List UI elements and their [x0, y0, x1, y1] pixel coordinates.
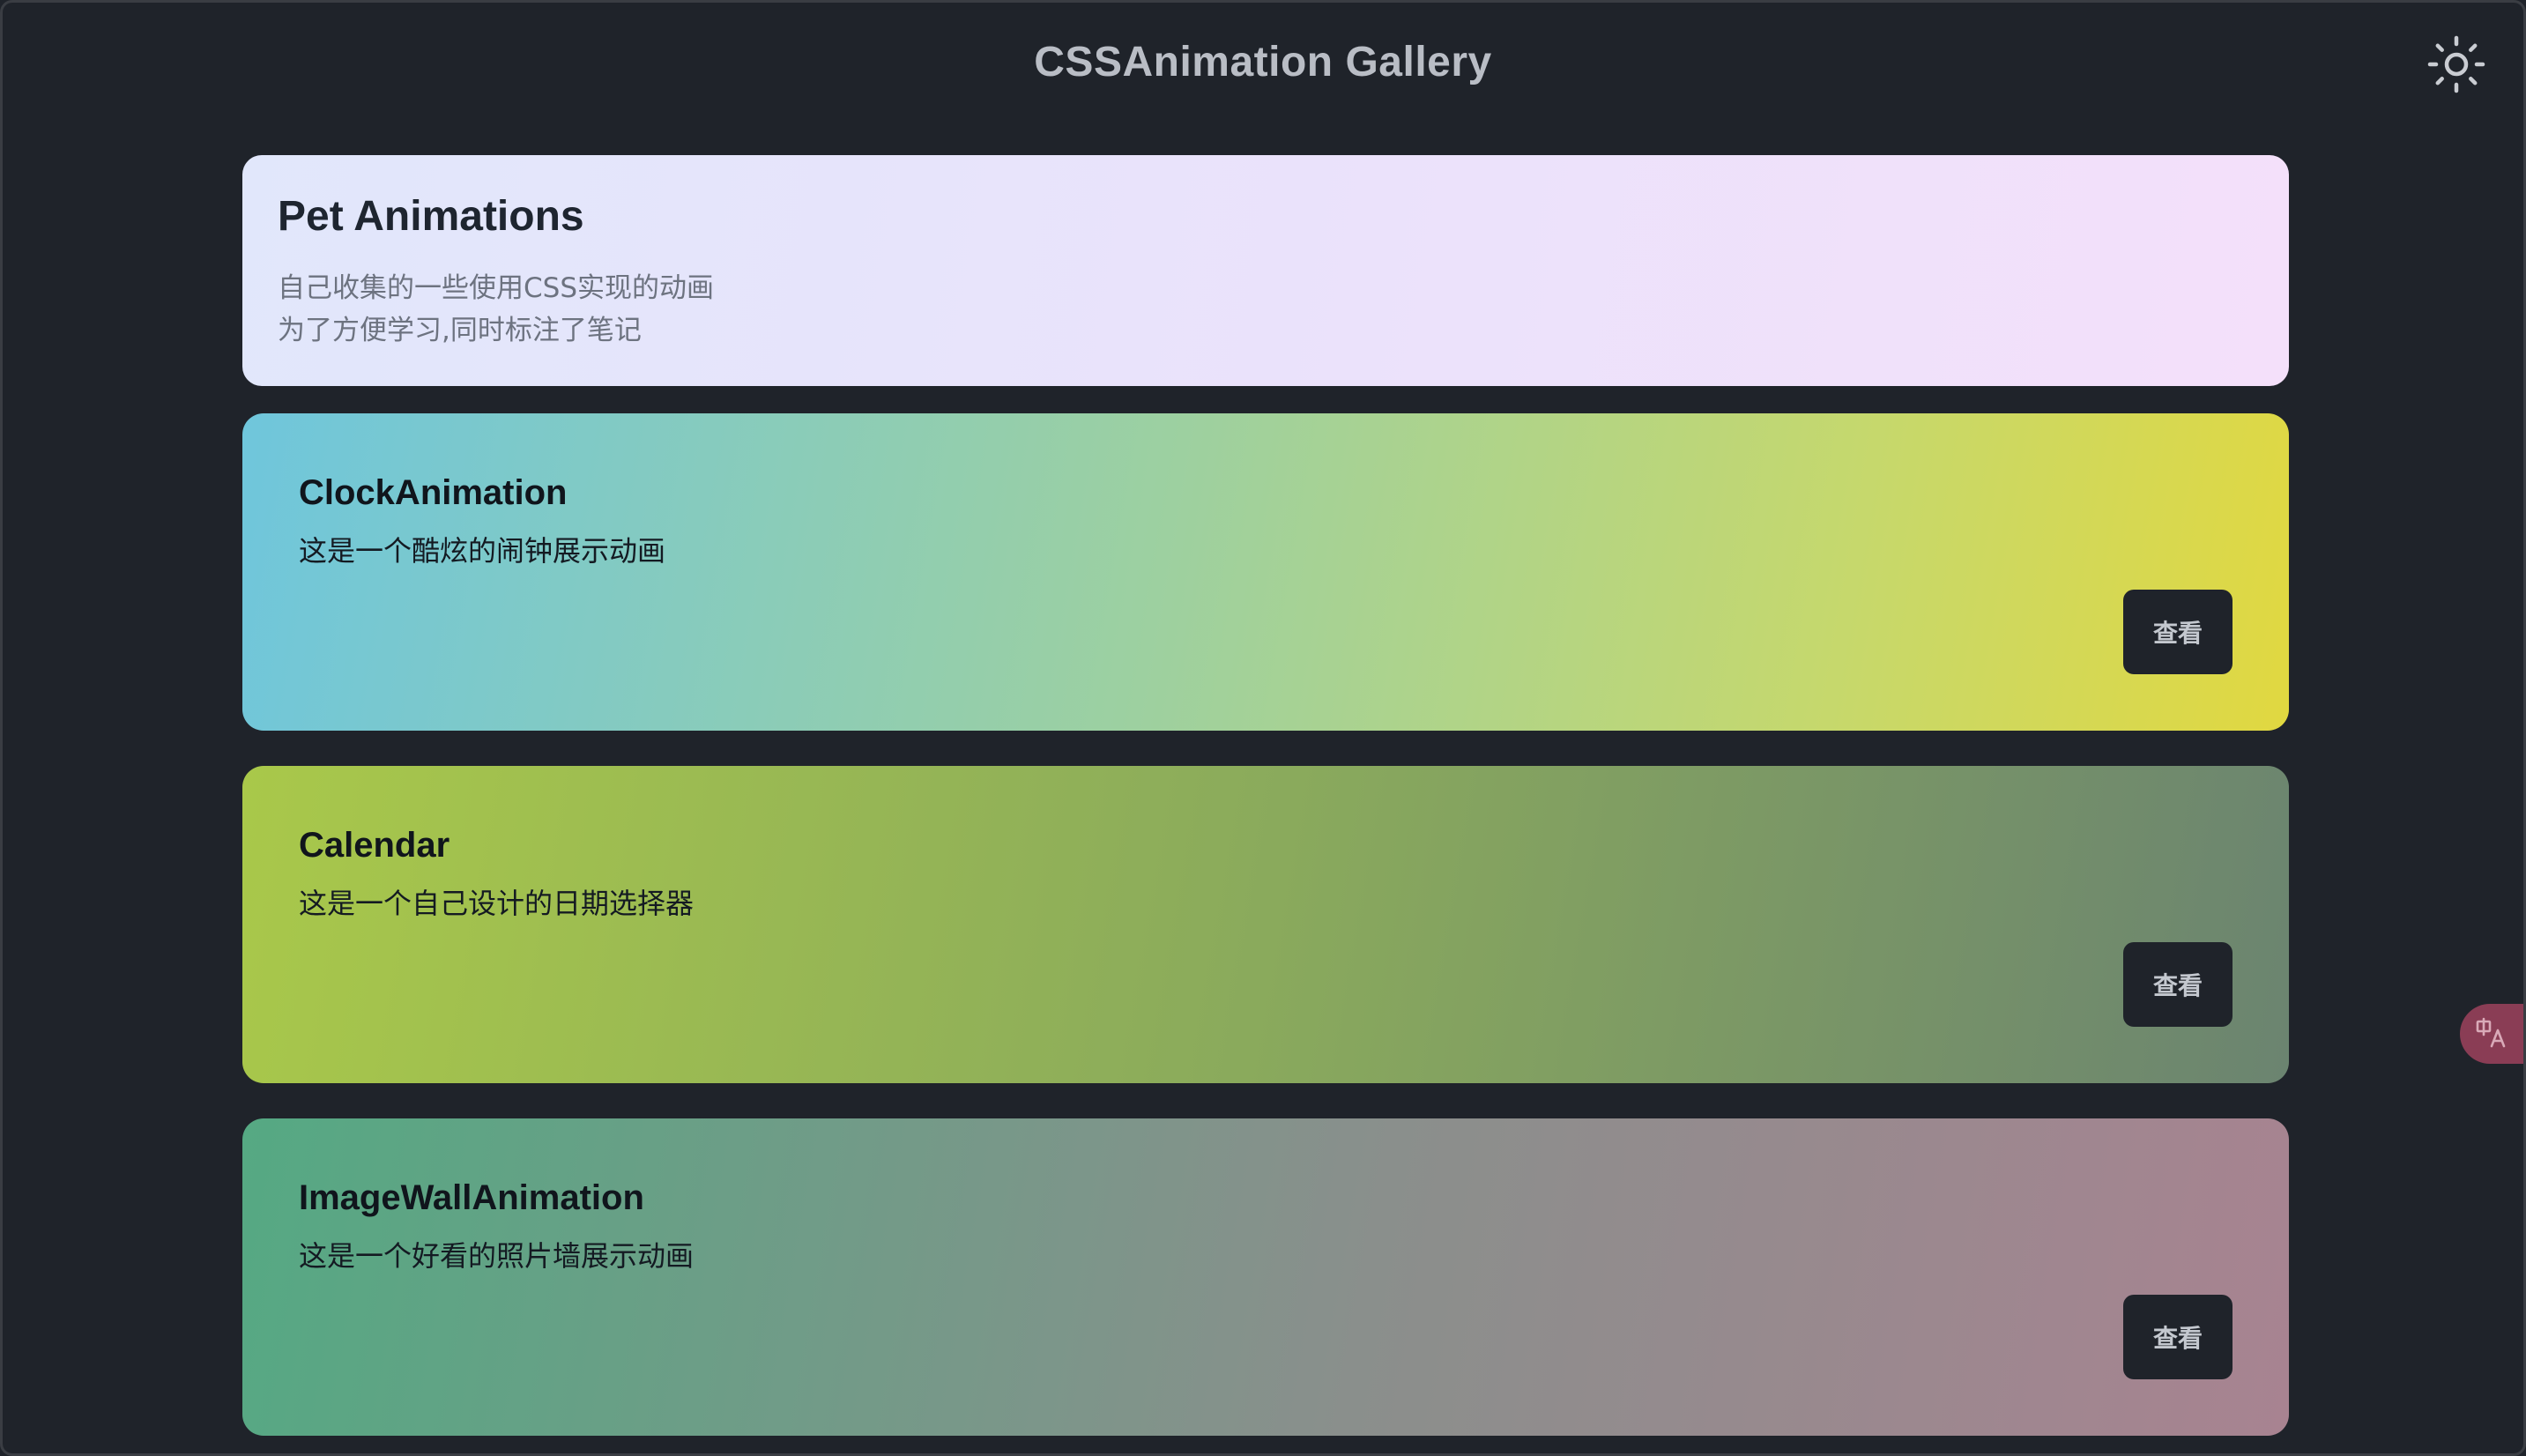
page-title: CSSAnimation Gallery — [1034, 39, 1492, 85]
demo-card-image-wall-animation: ImageWallAnimation 这是一个好看的照片墙展示动画 查看 — [242, 1118, 2289, 1436]
demo-card-description: 这是一个好看的照片墙展示动画 — [299, 1239, 695, 1273]
demo-card-clock-animation: ClockAnimation 这是一个酷炫的闹钟展示动画 查看 — [242, 413, 2289, 731]
intro-card: Pet Animations 自己收集的一些使用CSS实现的动画 为了方便学习,… — [242, 155, 2289, 386]
sun-icon — [2427, 35, 2485, 93]
app-window: CSSAnimation Gallery Pet Animations 自己收集… — [0, 0, 2526, 1456]
translate-widget-button[interactable] — [2460, 1004, 2523, 1064]
view-button[interactable]: 查看 — [2123, 590, 2233, 674]
view-button[interactable]: 查看 — [2123, 1295, 2233, 1379]
demo-card-description: 这是一个酷炫的闹钟展示动画 — [299, 534, 666, 568]
demo-card-description: 这是一个自己设计的日期选择器 — [299, 887, 695, 920]
intro-title: Pet Animations — [278, 193, 584, 240]
theme-toggle-button[interactable] — [2425, 33, 2488, 96]
view-button[interactable]: 查看 — [2123, 942, 2233, 1027]
demo-card-title: Calendar — [299, 826, 450, 865]
demo-card-title: ClockAnimation — [299, 473, 568, 512]
intro-line: 为了方便学习,同时标注了笔记 — [278, 314, 642, 346]
intro-line: 自己收集的一些使用CSS实现的动画 — [278, 271, 714, 304]
translate-icon — [2476, 1017, 2506, 1048]
demo-card-title: ImageWallAnimation — [299, 1178, 644, 1217]
demo-card-calendar: Calendar 这是一个自己设计的日期选择器 查看 — [242, 766, 2289, 1083]
